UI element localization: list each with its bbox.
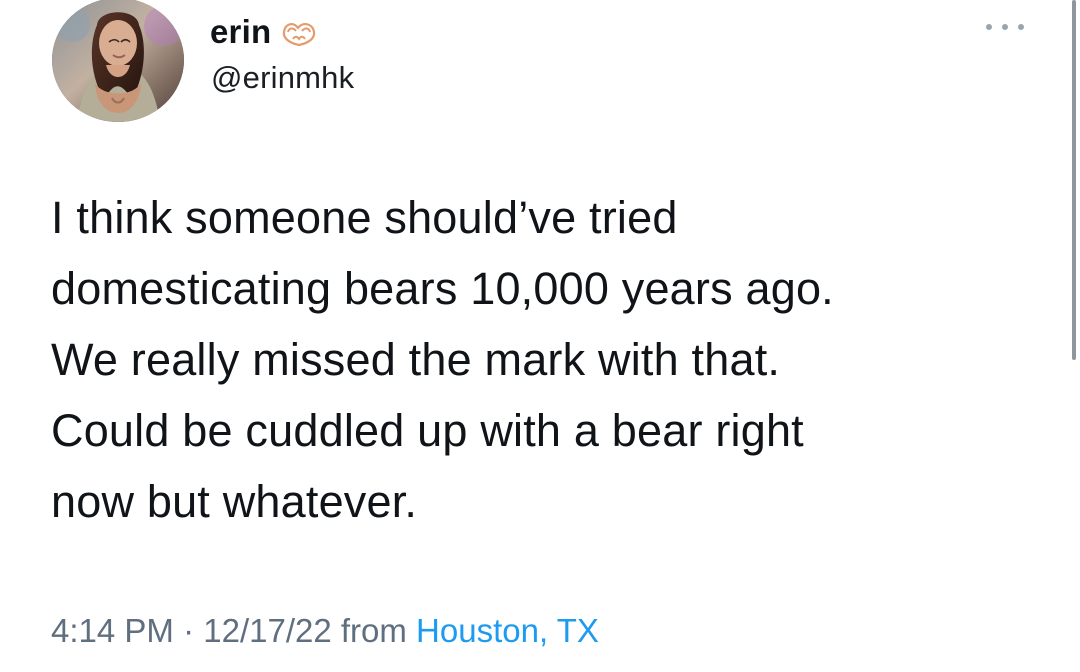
user-handle[interactable]: @erinmhk (211, 62, 354, 93)
more-dot (986, 24, 992, 30)
tweet-card: erin @erinmhk I think someone should’ve … (0, 0, 1080, 672)
meta-separator: · (173, 612, 204, 649)
heart-hands-icon (279, 17, 319, 47)
tweet-date[interactable]: 12/17/22 (203, 612, 331, 649)
display-name[interactable]: erin (210, 15, 271, 48)
tweet-time[interactable]: 4:14 PM (51, 612, 174, 649)
scrollbar-thumb[interactable] (1072, 0, 1076, 360)
scrollbar[interactable] (1070, 0, 1080, 672)
tweet-text: I think someone should’ve tried domestic… (51, 192, 834, 528)
profile-avatar[interactable] (52, 0, 184, 122)
more-options-icon[interactable] (986, 18, 1024, 36)
tweet-meta: 4:14 PM · 12/17/22 from Houston, TX (51, 614, 599, 647)
location-link[interactable]: Houston, TX (416, 612, 599, 649)
more-dot (1018, 24, 1024, 30)
avatar-image (52, 0, 184, 122)
author-name-row[interactable]: erin (210, 10, 319, 52)
more-dot (1002, 24, 1008, 30)
from-label: from (331, 612, 417, 649)
